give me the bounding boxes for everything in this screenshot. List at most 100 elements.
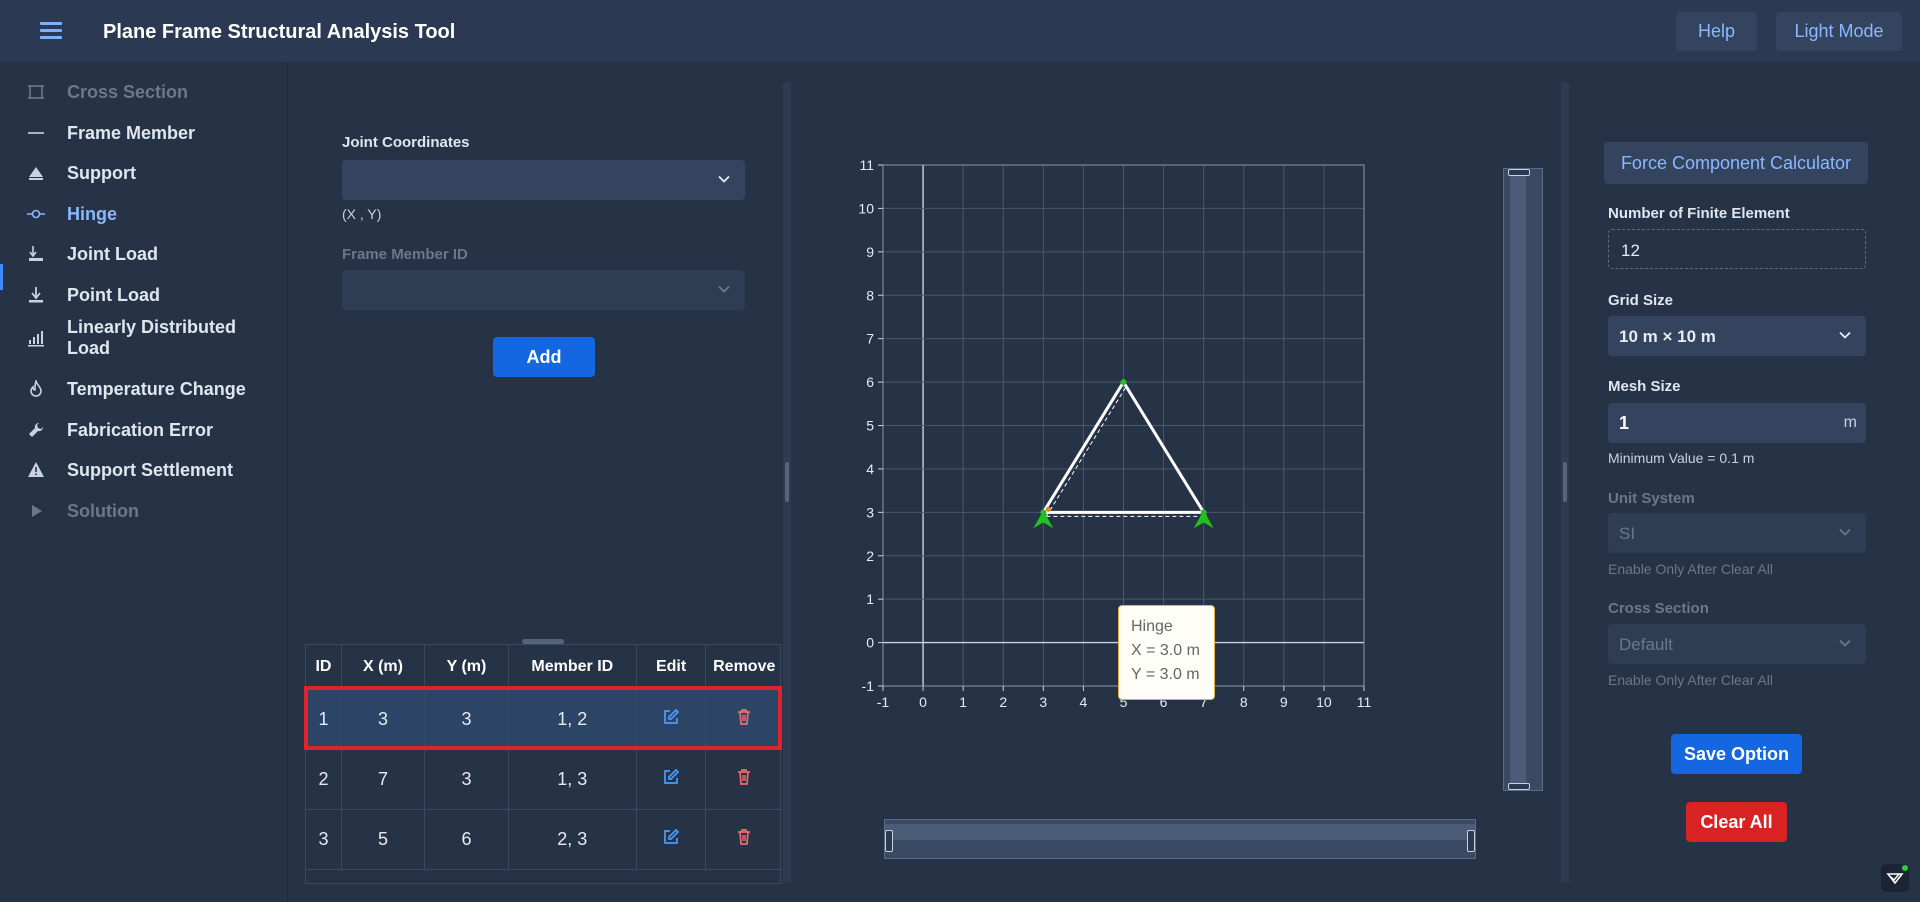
col-id: ID <box>306 645 342 690</box>
remove-button[interactable] <box>705 749 782 810</box>
sidebar-item-fabrication-error[interactable]: Fabrication Error <box>0 410 288 450</box>
mesh-unit: m <box>1843 414 1857 431</box>
chevron-down-icon <box>1839 528 1851 536</box>
table-row[interactable]: 2 7 3 1, 3 <box>306 749 782 810</box>
sidebar-item-solution[interactable]: Solution <box>0 491 288 531</box>
y-tick-label: 6 <box>866 374 874 390</box>
y-range-slider[interactable] <box>1503 168 1543 791</box>
trash-icon <box>738 828 751 845</box>
finite-element-label: Number of Finite Element <box>1608 205 1790 222</box>
wrench-icon <box>26 420 46 440</box>
sidebar-item-hinge[interactable]: Hinge <box>0 194 288 234</box>
sidebar-item-cross-section[interactable]: Cross Section <box>0 72 288 112</box>
panel-splitter[interactable] <box>783 82 791 882</box>
sidebar-item-temperature-change[interactable]: Temperature Change <box>0 369 288 409</box>
mesh-size-hint: Minimum Value = 0.1 m <box>1608 450 1755 466</box>
force-component-calculator-button[interactable]: Force Component Calculator <box>1604 142 1868 184</box>
sidebar-item-support[interactable]: Support <box>0 153 288 193</box>
edit-button[interactable] <box>636 809 707 870</box>
sidebar-item-support-settlement[interactable]: Support Settlement <box>0 450 288 490</box>
x-tick-label: 8 <box>1240 694 1248 710</box>
remove-button[interactable] <box>705 689 782 750</box>
chevron-down-icon <box>718 285 730 293</box>
chat-widget-icon[interactable] <box>1881 864 1909 892</box>
add-button[interactable]: Add <box>493 337 595 377</box>
col-remove: Remove <box>705 645 782 690</box>
cross-section-label: Cross Section <box>1608 600 1709 617</box>
sidebar-item-frame-member[interactable]: Frame Member <box>0 113 288 153</box>
hinge-table: ID X (m) Y (m) Member ID Edit Remove 1 3… <box>305 644 782 884</box>
chevron-down-icon <box>1839 639 1851 647</box>
x-range-right-handle[interactable] <box>1467 830 1475 852</box>
finite-element-input[interactable]: 12 <box>1608 229 1866 269</box>
x-range-slider[interactable] <box>884 819 1476 859</box>
col-x: X (m) <box>341 645 425 690</box>
y-range-top-handle[interactable] <box>1508 169 1530 176</box>
sidebar-item-distributed-load[interactable]: Linearly Distributed Load <box>0 316 288 360</box>
x-tick-label: 2 <box>999 694 1007 710</box>
col-y: Y (m) <box>424 645 510 690</box>
x-range-left-handle[interactable] <box>885 830 893 852</box>
save-option-button[interactable]: Save Option <box>1671 734 1802 774</box>
app-title: Plane Frame Structural Analysis Tool <box>103 21 456 43</box>
flame-icon <box>26 379 46 399</box>
edit-icon <box>664 708 680 724</box>
help-button[interactable]: Help <box>1676 12 1757 51</box>
top-bar: Plane Frame Structural Analysis Tool Hel… <box>0 0 1920 63</box>
trash-icon <box>738 768 751 785</box>
x-tick-label: 10 <box>1316 694 1332 710</box>
line-icon <box>26 123 46 143</box>
edit-button[interactable] <box>636 749 707 810</box>
grid-size-select[interactable]: 10 m × 10 m <box>1608 316 1866 356</box>
mesh-size-label: Mesh Size <box>1608 378 1681 395</box>
chevron-down-icon <box>718 175 730 183</box>
menu-icon[interactable] <box>40 22 62 40</box>
y-tick-label: 9 <box>866 244 874 260</box>
y-range-bottom-handle[interactable] <box>1508 783 1530 790</box>
joint-coordinates-label: Joint Coordinates <box>342 134 470 151</box>
clear-all-button[interactable]: Clear All <box>1686 802 1787 842</box>
table-row[interactable]: 3 5 6 2, 3 <box>306 809 782 870</box>
edit-icon <box>664 768 680 784</box>
play-icon <box>26 501 46 521</box>
sidebar-item-joint-load[interactable]: Joint Load <box>0 234 288 274</box>
trash-icon <box>738 708 751 725</box>
table-row[interactable]: 1 3 3 1, 2 <box>306 689 782 750</box>
chevron-down-icon <box>1839 331 1851 339</box>
splitter-grip[interactable] <box>785 462 789 502</box>
right-panel-splitter[interactable] <box>1561 82 1569 882</box>
edit-button[interactable] <box>636 689 707 750</box>
sidebar: Cross Section Frame Member Support Hinge… <box>0 63 288 902</box>
y-tick-label: 8 <box>866 287 874 303</box>
hinge-marker <box>1040 509 1047 516</box>
frame-member-id-label: Frame Member ID <box>342 246 468 263</box>
unit-system-hint: Enable Only After Clear All <box>1608 561 1773 577</box>
joint-coordinates-select[interactable] <box>342 160 745 200</box>
y-tick-label: 5 <box>866 418 874 434</box>
y-tick-label: 1 <box>866 591 874 607</box>
light-mode-button[interactable]: Light Mode <box>1776 12 1902 51</box>
y-tick-label: 3 <box>866 504 874 520</box>
table-header-row: ID X (m) Y (m) Member ID Edit Remove <box>306 645 782 690</box>
x-tick-label: 0 <box>919 694 927 710</box>
unit-system-select[interactable]: SI <box>1608 513 1866 553</box>
hinge-tooltip: Hinge X = 3.0 m Y = 3.0 m <box>1118 605 1215 700</box>
y-tick-label: 0 <box>866 635 874 651</box>
y-tick-label: 2 <box>866 548 874 564</box>
remove-button[interactable] <box>705 809 782 870</box>
joint-load-icon <box>26 244 46 264</box>
y-tick-label: -1 <box>862 678 875 694</box>
splitter-grip[interactable] <box>1563 462 1567 502</box>
grid-size-label: Grid Size <box>1608 292 1674 309</box>
y-tick-label: 11 <box>859 157 874 173</box>
cross-section-select[interactable]: Default <box>1608 624 1866 664</box>
frame-plot[interactable]: -1 0 1 2 3 4 5 6 7 8 9 10 11-101234567891011 <box>840 150 1480 820</box>
y-tick-label: 7 <box>866 331 874 347</box>
cross-section-hint: Enable Only After Clear All <box>1608 672 1773 688</box>
frame-member-id-select[interactable] <box>342 270 745 310</box>
sidebar-item-point-load[interactable]: Point Load <box>0 275 288 315</box>
mesh-size-input[interactable]: 1 m <box>1608 403 1866 443</box>
point-load-icon <box>26 285 46 305</box>
warning-icon <box>26 460 46 480</box>
x-tick-label: -1 <box>877 694 890 710</box>
